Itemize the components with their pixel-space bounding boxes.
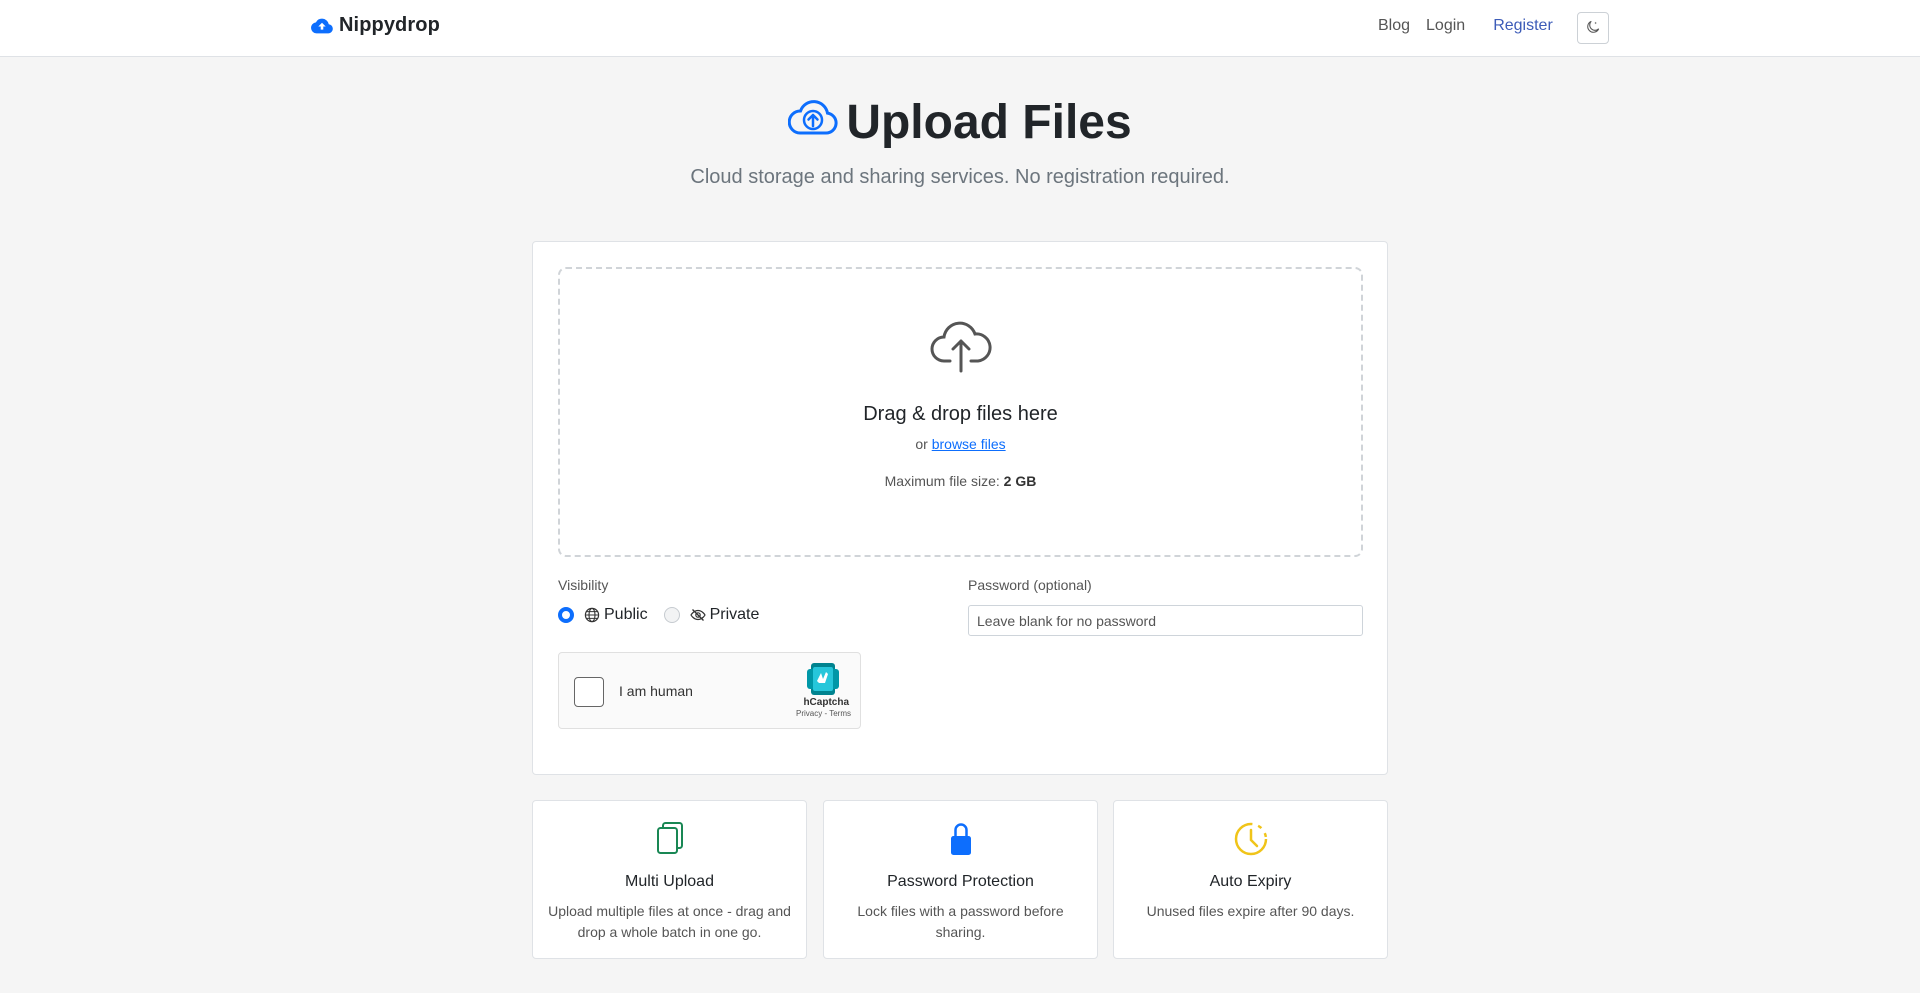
page-title-text: Upload Files [846,96,1132,149]
nav-blog-link[interactable]: Blog [1378,17,1410,35]
hcaptcha-widget: I am human hCaptcha Privacy - Terms [558,652,861,729]
public-radio[interactable] [558,607,574,623]
navbar: Nippydrop Blog Login Register [0,0,1920,57]
password-input[interactable] [968,605,1363,636]
dropzone-or-text: or [915,436,928,452]
max-file-size-label: Maximum file size: [884,473,1000,489]
dropzone[interactable]: Drag & drop files here or browse files M… [558,267,1363,557]
nav-register-link[interactable]: Register [1493,17,1553,35]
feature-title: Auto Expiry [1209,873,1292,890]
feature-card-multi-upload: Multi Upload Upload multiple files at on… [532,800,807,959]
upload-cloud-icon [930,317,992,373]
clock-icon [1114,821,1387,859]
max-file-size: Maximum file size: 2 GB [560,473,1361,489]
nav-links: Blog Login Register [1378,17,1553,35]
visibility-public-option[interactable]: Public [558,606,648,624]
page-subtitle: Cloud storage and sharing services. No r… [690,166,1230,188]
nav-login-link[interactable]: Login [1426,17,1465,35]
password-label: Password (optional) [968,577,1092,593]
page-title: Upload Files [788,95,1132,151]
feature-card-auto-expiry: Auto Expiry Unused files expire after 90… [1113,800,1388,959]
globe-icon [584,607,600,623]
feature-title: Password Protection [887,873,1034,890]
files-icon [533,821,806,859]
feature-description: Upload multiple files at once - drag and… [548,903,791,940]
visibility-private-option[interactable]: Private [663,606,760,624]
brand-link[interactable]: Nippydrop [311,14,440,37]
browse-files-link[interactable]: browse files [932,436,1006,452]
moon-icon [1586,20,1600,37]
feature-description: Unused files expire after 90 days. [1146,903,1355,919]
cloud-upload-icon [788,95,838,151]
max-file-size-value: 2 GB [1003,473,1037,489]
feature-card-password-protection: Password Protection Lock files with a pa… [823,800,1098,959]
brand-name: Nippydrop [339,14,440,36]
hcaptcha-logo-icon [805,661,841,697]
cloud-upload-icon [311,15,333,37]
captcha-label: I am human [619,683,693,699]
lock-icon [824,821,1097,859]
theme-toggle-button[interactable] [1577,12,1609,44]
visibility-options: Public Private [558,606,775,624]
feature-title: Multi Upload [625,873,714,890]
captcha-brand: hCaptcha [803,697,849,708]
captcha-links[interactable]: Privacy - Terms [779,709,851,718]
private-label: Private [709,606,760,623]
public-label: Public [604,606,648,623]
eye-slash-icon [689,607,706,623]
dropzone-title: Drag & drop files here [863,403,1058,425]
upload-card: Drag & drop files here or browse files M… [532,241,1388,775]
private-radio[interactable] [663,607,680,623]
feature-description: Lock files with a password before sharin… [857,903,1064,940]
visibility-label: Visibility [558,577,609,593]
hero: Upload Files Cloud storage and sharing s… [0,95,1920,189]
captcha-checkbox[interactable] [574,677,604,707]
dropzone-or: or browse files [560,436,1361,452]
